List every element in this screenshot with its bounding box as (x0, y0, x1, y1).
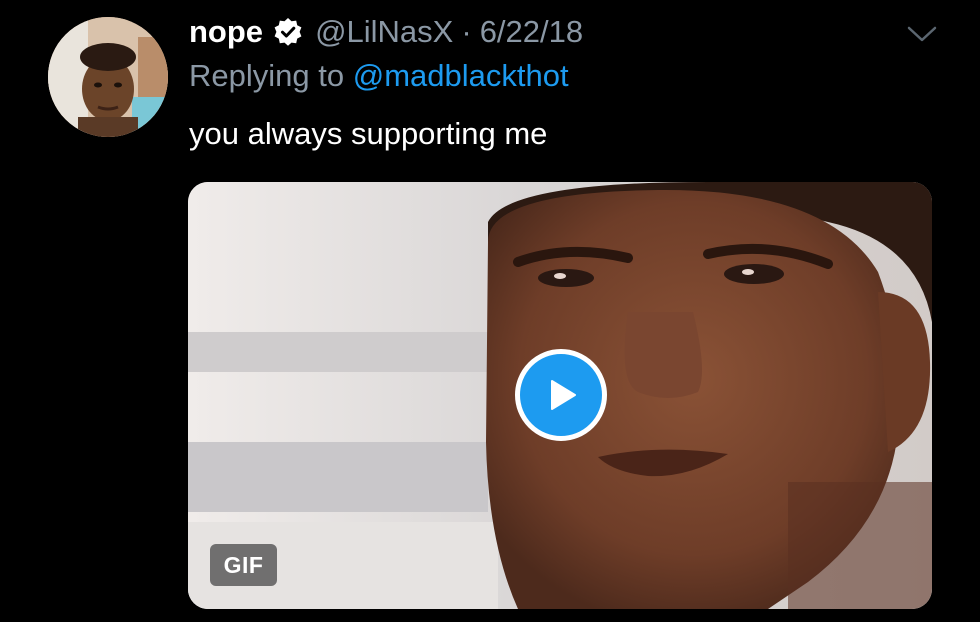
replying-to-line: Replying to @madblackthot (189, 58, 569, 100)
chevron-down-icon[interactable] (906, 22, 938, 46)
avatar-image (48, 17, 168, 137)
separator-dot: · (461, 14, 472, 49)
gif-badge: GIF (210, 544, 277, 586)
replying-prefix: Replying to (189, 58, 353, 93)
tweet-header: nope @LilNasX · 6/22/18 (189, 10, 583, 54)
tweet-date[interactable]: 6/22/18 (480, 14, 583, 50)
play-icon (551, 380, 576, 410)
gif-media[interactable]: GIF (188, 182, 932, 609)
avatar[interactable] (48, 17, 168, 137)
user-handle[interactable]: @LilNasX (315, 14, 453, 50)
tweet-text: you always supporting me (189, 116, 548, 151)
play-button[interactable] (515, 349, 607, 441)
verified-badge-icon (273, 17, 303, 47)
reply-mention-link[interactable]: @madblackthot (353, 58, 569, 93)
display-name[interactable]: nope (189, 14, 263, 50)
